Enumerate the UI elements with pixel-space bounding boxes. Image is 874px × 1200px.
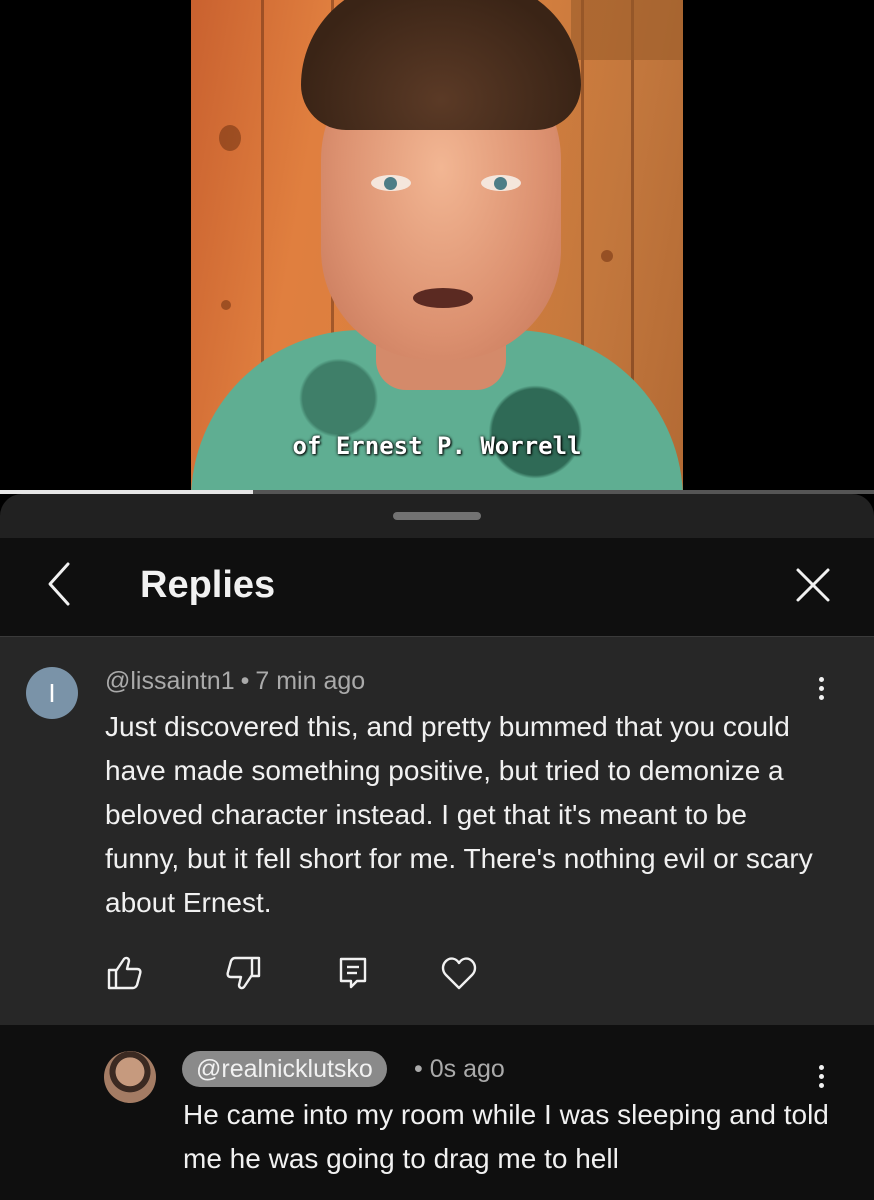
close-button[interactable] [790, 562, 836, 608]
kebab-dot [818, 686, 824, 691]
thumbs-down-icon [226, 956, 261, 990]
video-caption: of Ernest P. Worrell [292, 432, 582, 460]
kebab-dot [818, 1083, 824, 1088]
comment-time: 7 min ago [255, 667, 366, 695]
video-frame[interactable]: of Ernest P. Worrell [191, 0, 683, 490]
thumbs-up-icon [107, 956, 142, 990]
kebab-dot [818, 695, 824, 700]
meta-separator: • [414, 1055, 423, 1083]
comment-actions [105, 953, 605, 993]
reply-time: 0s ago [429, 1055, 505, 1083]
sheet-drag-handle[interactable] [393, 512, 481, 520]
wood-knot [601, 250, 613, 262]
reply-button[interactable] [333, 953, 373, 993]
parent-comment: I @lissaintn1 • 7 min ago Just discovered … [0, 637, 874, 1025]
person-hair [301, 0, 581, 130]
video-player[interactable]: of Ernest P. Worrell [0, 0, 874, 494]
person-mouth [413, 288, 473, 308]
kebab-dot [818, 1065, 824, 1070]
reply-icon [339, 957, 367, 989]
like-button[interactable] [105, 953, 145, 993]
wall-shelf [571, 0, 683, 60]
dislike-button[interactable] [223, 953, 263, 993]
sheet-header: Replies [0, 538, 874, 637]
close-icon [796, 568, 830, 602]
person-eye [481, 175, 521, 191]
back-button[interactable] [38, 560, 82, 608]
sheet-title: Replies [140, 564, 276, 606]
kebab-dot [818, 1074, 824, 1079]
wood-knot [219, 125, 241, 151]
comment-author[interactable]: @lissaintn1 [105, 667, 235, 695]
heart-button[interactable] [439, 953, 479, 993]
person-eye [371, 175, 411, 191]
comment-meta: @lissaintn1 • 7 min ago [105, 667, 365, 696]
wood-knot [221, 300, 231, 310]
comment-text: Just discovered this, and pretty bummed … [105, 711, 813, 918]
heart-icon [441, 957, 477, 990]
reply-comment: @realnicklutsko • 0s ago He came into my… [0, 1025, 874, 1200]
creator-handle-badge[interactable]: @realnicklutsko [182, 1051, 387, 1087]
kebab-dot [818, 677, 824, 682]
avatar[interactable]: I [26, 667, 78, 719]
reply-text: He came into my room while I was sleepin… [183, 1099, 829, 1174]
reply-meta: • 0s ago [414, 1055, 505, 1084]
replies-sheet: Replies I @lissaintn1 • 7 min ago Just dis… [0, 494, 874, 1200]
meta-separator: • [240, 667, 250, 695]
avatar[interactable] [104, 1051, 156, 1103]
chevron-left-icon [48, 562, 70, 606]
